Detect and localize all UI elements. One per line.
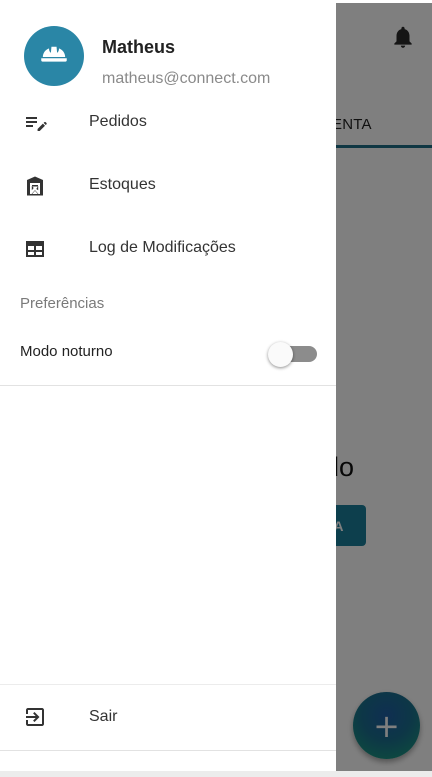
divider	[0, 385, 336, 386]
warehouse-icon	[27, 176, 43, 196]
logout-label: Sair	[89, 708, 118, 725]
table-icon	[26, 241, 44, 257]
user-name: Matheus	[102, 37, 176, 57]
divider	[0, 750, 336, 751]
navigation-drawer: Matheus matheus@connect.com Pedidos Esto…	[0, 3, 336, 771]
dark-mode-toggle-thumb[interactable]	[268, 342, 293, 367]
exit-icon	[26, 708, 44, 726]
edit-list-icon	[26, 117, 47, 131]
bottom-edge	[0, 771, 432, 777]
nav-item-label: Pedidos	[89, 113, 147, 130]
hard-hat-icon	[41, 46, 67, 62]
dark-mode-row: Modo noturno	[0, 331, 336, 373]
logout-button[interactable]: Sair	[0, 691, 336, 743]
nav-item-pedidos[interactable]: Pedidos	[0, 96, 336, 150]
nav-item-estoques[interactable]: Estoques	[0, 159, 336, 213]
nav-item-label: Log de Modificações	[89, 239, 236, 256]
user-email: matheus@connect.com	[102, 70, 271, 87]
dark-mode-label: Modo noturno	[20, 343, 113, 360]
divider	[0, 684, 336, 685]
nav-item-label: Estoques	[89, 176, 156, 193]
avatar[interactable]	[24, 26, 84, 86]
nav-item-log-de-modificacoes[interactable]: Log de Modificações	[0, 222, 336, 276]
preferences-header: Preferências	[20, 295, 105, 312]
